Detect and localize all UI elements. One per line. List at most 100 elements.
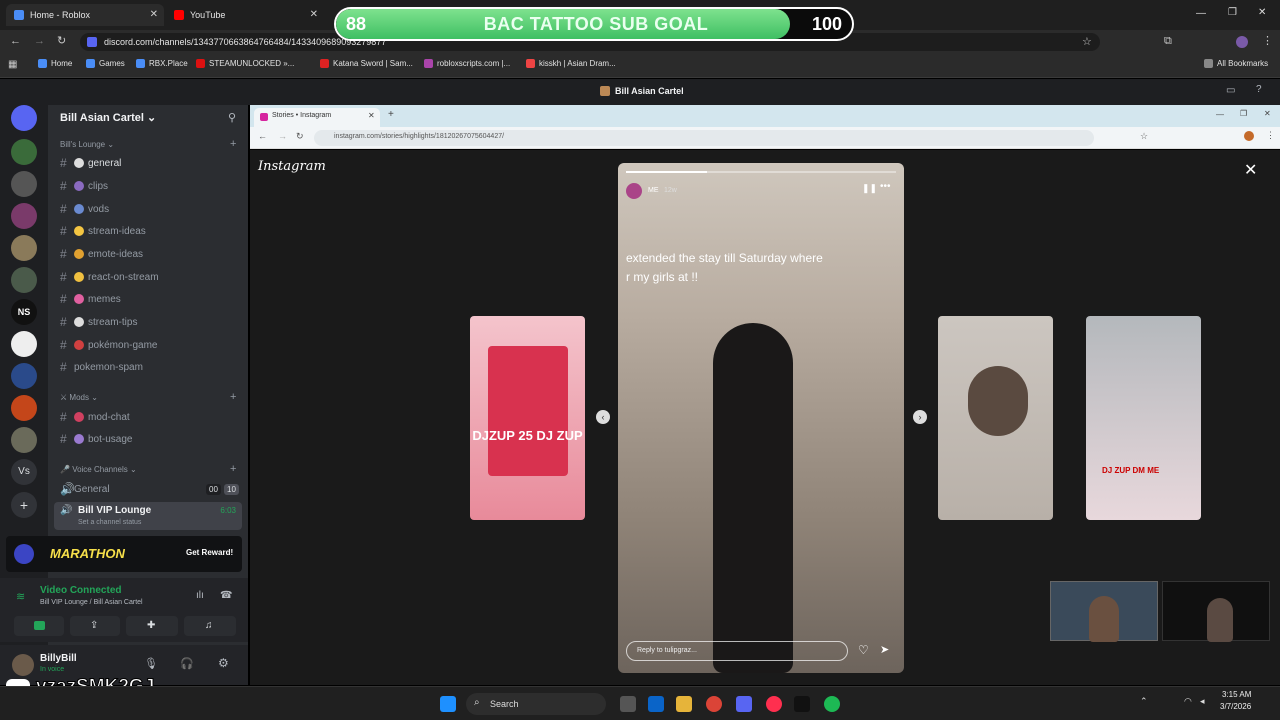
- screen-share-button[interactable]: ⇪: [70, 616, 120, 636]
- server-icon[interactable]: [11, 235, 37, 261]
- inbox-icon[interactable]: ▭: [1226, 85, 1235, 96]
- clock-time[interactable]: 3:15 AM: [1222, 690, 1251, 699]
- minimize-icon[interactable]: —: [1196, 8, 1206, 19]
- category-mods[interactable]: ⚔ Mods ⌄: [60, 393, 98, 402]
- star-icon[interactable]: ☆: [1140, 131, 1148, 142]
- volume-icon[interactable]: ◂: [1200, 696, 1205, 707]
- profile-avatar[interactable]: [1244, 131, 1254, 141]
- server-icon[interactable]: [11, 171, 37, 197]
- channel-stream-tips[interactable]: # stream-tips: [60, 314, 137, 330]
- server-icon[interactable]: [11, 203, 37, 229]
- share-send-icon[interactable]: ➤: [880, 643, 889, 656]
- back-icon[interactable]: ←: [10, 35, 21, 47]
- profile-avatar[interactable]: [1236, 36, 1248, 48]
- clock-date[interactable]: 3/7/2026: [1220, 702, 1251, 711]
- inner-url-field[interactable]: instagram.com/stories/highlights/1812026…: [314, 130, 1094, 146]
- camera-button[interactable]: [14, 616, 64, 636]
- signal-icon[interactable]: ≋: [16, 590, 25, 603]
- tab-youtube[interactable]: YouTube ✕: [166, 4, 324, 26]
- server-icon[interactable]: NS: [11, 299, 37, 325]
- bookmark-rbx-place[interactable]: RBX.Place: [136, 59, 188, 68]
- channel-status[interactable]: Set a channel status: [78, 519, 141, 526]
- server-icon[interactable]: [11, 427, 37, 453]
- channel-clips[interactable]: # clips: [60, 178, 108, 194]
- microphone-icon[interactable]: 🎙: [144, 657, 158, 670]
- channel-emote-ideas[interactable]: # emote-ideas: [60, 246, 143, 262]
- help-icon[interactable]: ?: [1256, 84, 1262, 95]
- channel-memes[interactable]: # memes: [60, 291, 121, 307]
- reload-icon[interactable]: ↻: [296, 131, 304, 142]
- invite-icon[interactable]: ⚲: [228, 111, 236, 124]
- bookmark-home[interactable]: Home: [38, 59, 72, 68]
- disconnect-icon[interactable]: ☎: [220, 590, 232, 601]
- inner-tab-instagram[interactable]: Stories • Instagram ✕: [254, 108, 380, 127]
- reload-icon[interactable]: ↻: [57, 34, 66, 47]
- channel-pokemon-game[interactable]: # pokémon-game: [60, 337, 157, 353]
- store-icon[interactable]: [648, 696, 664, 712]
- extensions-icon[interactable]: ⧉: [1164, 35, 1172, 48]
- story-preview-right-2[interactable]: DJ ZUP DM ME: [1086, 316, 1201, 520]
- discord-taskbar-icon[interactable]: [736, 696, 752, 712]
- settings-gear-icon[interactable]: ⚙: [218, 656, 229, 670]
- bookmark-games[interactable]: Games: [86, 59, 125, 68]
- star-icon[interactable]: ☆: [1082, 35, 1092, 48]
- story-username[interactable]: ME: [648, 187, 659, 194]
- chrome-icon[interactable]: [706, 696, 722, 712]
- server-icon[interactable]: [11, 363, 37, 389]
- voice-channel-vip-lounge[interactable]: 🔊 Bill VIP Lounge 6:03 Set a channel sta…: [54, 502, 242, 530]
- avatar[interactable]: [626, 183, 642, 199]
- noise-suppression-icon[interactable]: ılı: [196, 590, 204, 601]
- category-lounge[interactable]: Bill's Lounge ⌄: [60, 140, 114, 149]
- all-bookmarks[interactable]: All Bookmarks: [1204, 59, 1268, 68]
- avatar[interactable]: [12, 654, 34, 676]
- get-reward-button[interactable]: Get Reward!: [186, 548, 233, 557]
- previous-story-icon[interactable]: ‹: [596, 410, 610, 424]
- file-explorer-icon[interactable]: [676, 696, 692, 712]
- close-window-icon[interactable]: ✕: [1264, 109, 1271, 118]
- voice-channel-general[interactable]: 🔊 General: [60, 481, 110, 497]
- channel-react-on-stream[interactable]: # react-on-stream: [60, 269, 159, 285]
- soundboard-button[interactable]: ♫: [184, 616, 236, 636]
- activities-button[interactable]: ✚: [126, 616, 178, 636]
- taskbar-search[interactable]: ⌕ Search: [466, 693, 606, 715]
- close-icon[interactable]: ✕: [368, 111, 375, 120]
- close-icon[interactable]: ✕: [1244, 160, 1257, 180]
- pause-icon[interactable]: ❚❚: [862, 183, 877, 194]
- menu-icon[interactable]: ⋮: [1262, 34, 1273, 47]
- forward-icon[interactable]: →: [34, 35, 45, 47]
- close-icon[interactable]: ✕: [150, 9, 158, 20]
- server-icon[interactable]: Vs: [11, 459, 37, 485]
- channel-bot-usage[interactable]: # bot-usage: [60, 431, 132, 447]
- headphones-icon[interactable]: 🎧: [180, 657, 194, 670]
- channel-general[interactable]: # general: [60, 155, 121, 171]
- forward-icon[interactable]: →: [278, 131, 287, 141]
- story-preview-left[interactable]: DJZUP 25 DJ ZUP: [470, 316, 585, 520]
- category-voice[interactable]: 🎤 Voice Channels ⌄: [60, 465, 137, 474]
- server-icon[interactable]: [11, 267, 37, 293]
- add-channel-icon[interactable]: +: [230, 138, 236, 150]
- discord-home-icon[interactable]: [11, 105, 37, 131]
- wifi-icon[interactable]: ◠: [1184, 696, 1192, 707]
- username[interactable]: BillyBill: [40, 653, 77, 664]
- server-icon[interactable]: [11, 395, 37, 421]
- back-icon[interactable]: ←: [258, 131, 267, 141]
- tab-roblox[interactable]: Home - Roblox ✕: [6, 4, 164, 26]
- add-server-icon[interactable]: +: [11, 492, 37, 518]
- bookmark-steamunlocked[interactable]: STEAMUNLOCKED »...: [196, 59, 294, 68]
- next-story-icon[interactable]: ›: [913, 410, 927, 424]
- close-window-icon[interactable]: ✕: [1258, 7, 1266, 18]
- maximize-icon[interactable]: ❐: [1228, 7, 1237, 18]
- apps-grid-icon[interactable]: ▦: [8, 59, 17, 70]
- maximize-icon[interactable]: ❐: [1240, 109, 1247, 118]
- chevron-up-icon[interactable]: ⌃: [1140, 696, 1148, 707]
- bookmark-robloxscripts[interactable]: robloxscripts.com |...: [424, 59, 510, 68]
- task-view-icon[interactable]: [620, 696, 636, 712]
- minimize-icon[interactable]: —: [1216, 110, 1224, 119]
- instagram-logo[interactable]: Instagram: [258, 159, 326, 174]
- bookmark-katana-sword[interactable]: Katana Sword | Sam...: [320, 59, 413, 68]
- server-icon[interactable]: [11, 139, 37, 165]
- more-options-icon[interactable]: •••: [880, 181, 891, 192]
- add-channel-icon[interactable]: +: [230, 391, 236, 403]
- obs-icon[interactable]: [794, 696, 810, 712]
- spotify-icon[interactable]: [824, 696, 840, 712]
